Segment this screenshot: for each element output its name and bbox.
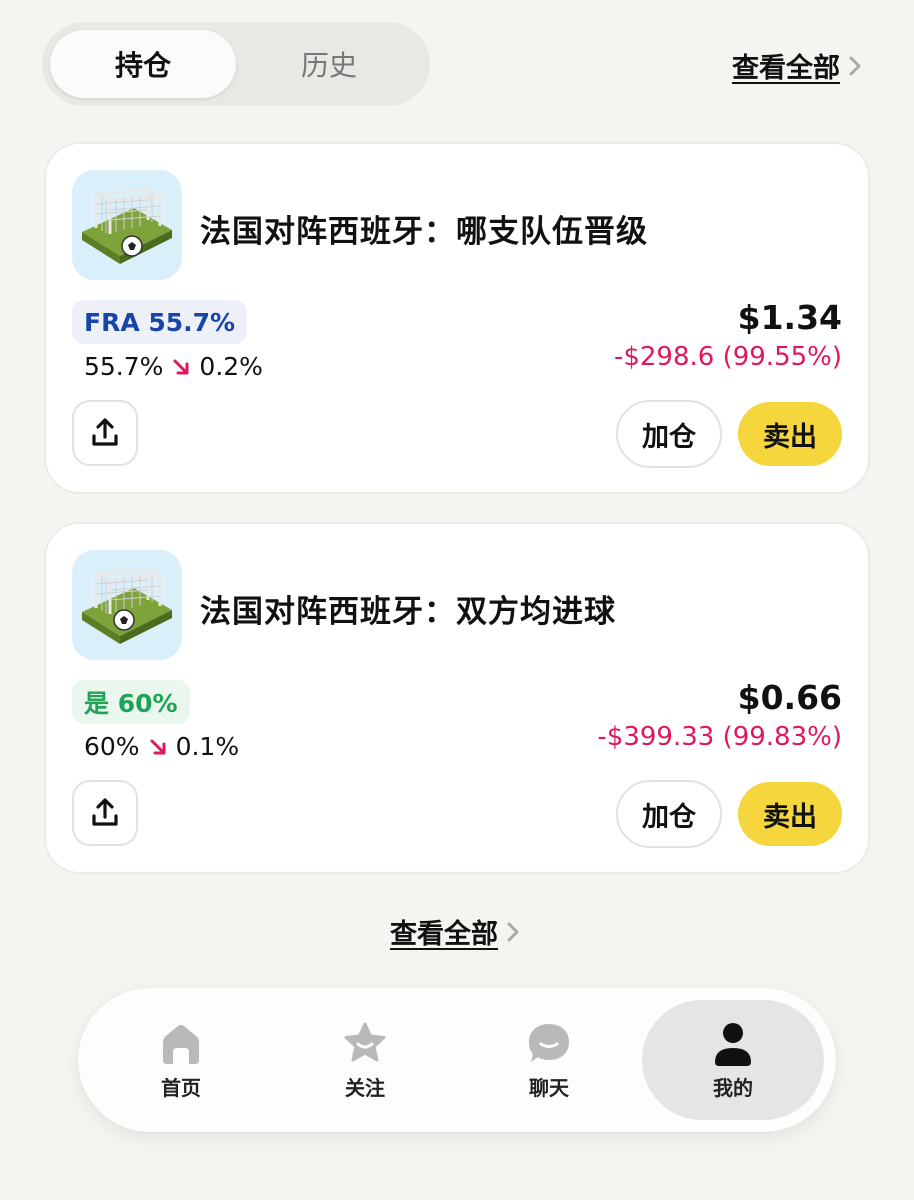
profit-loss: -$399.33 (99.83%) — [597, 722, 842, 752]
nav-follow[interactable]: 关注 — [274, 1000, 456, 1120]
add-position-button[interactable]: 加仓 — [616, 780, 722, 848]
tab-history[interactable]: 历史 — [236, 30, 422, 98]
share-icon — [92, 798, 118, 826]
person-icon — [715, 1022, 751, 1066]
soccer-goal-icon — [72, 170, 182, 280]
market-title: 法国对阵西班牙：哪支队伍晋级 — [200, 214, 648, 250]
profit-loss: -$298.6 (99.55%) — [613, 342, 842, 372]
position-tabs: 持仓 历史 — [42, 22, 430, 106]
position-card[interactable]: 法国对阵西班牙：双方均进球 是 60% 60% 0.1% $0.66 -$399… — [44, 522, 870, 874]
nav-label: 我的 — [713, 1075, 753, 1100]
nav-chat[interactable]: 聊天 — [458, 1000, 640, 1120]
nav-label: 首页 — [161, 1075, 201, 1100]
probability-change: 60% 0.1% — [84, 732, 239, 761]
chevron-right-icon — [507, 922, 519, 941]
prob-delta: 0.2% — [199, 352, 263, 381]
position-card[interactable]: 法国对阵西班牙：哪支队伍晋级 FRA 55.7% 55.7% 0.2% $1.3… — [44, 142, 870, 494]
nav-label: 聊天 — [529, 1075, 569, 1100]
tab-holdings[interactable]: 持仓 — [50, 30, 236, 98]
chat-icon — [529, 1023, 569, 1062]
outcome-badge: FRA 55.7% — [72, 300, 248, 344]
position-value: $0.66 — [737, 678, 842, 717]
chevron-right-icon — [849, 56, 861, 75]
arrow-down-right-icon — [150, 739, 166, 754]
share-icon — [92, 418, 118, 446]
position-value: $1.34 — [737, 298, 842, 337]
share-button[interactable] — [72, 780, 138, 846]
nav-home[interactable]: 首页 — [90, 1000, 272, 1120]
prob-from: 55.7% — [84, 352, 164, 381]
share-button[interactable] — [72, 400, 138, 466]
nav-label: 关注 — [345, 1075, 385, 1100]
home-icon — [163, 1024, 199, 1064]
prob-from: 60% — [84, 732, 140, 761]
add-position-button[interactable]: 加仓 — [616, 400, 722, 468]
bottom-nav: 首页 关注 聊天 我的 — [78, 988, 836, 1132]
prob-delta: 0.1% — [175, 732, 240, 761]
soccer-goal-icon — [72, 550, 182, 660]
star-icon — [344, 1022, 386, 1061]
sell-button[interactable]: 卖出 — [738, 782, 842, 846]
view-all-link-top[interactable]: 查看全部 — [732, 46, 862, 85]
probability-change: 55.7% 0.2% — [84, 352, 263, 381]
view-all-link-bottom[interactable]: 查看全部 — [390, 912, 520, 951]
view-all-label: 查看全部 — [390, 919, 498, 950]
nav-me[interactable]: 我的 — [642, 1000, 824, 1120]
arrow-down-right-icon — [173, 359, 189, 374]
view-all-label: 查看全部 — [732, 53, 840, 84]
market-title: 法国对阵西班牙：双方均进球 — [200, 594, 616, 630]
sell-button[interactable]: 卖出 — [738, 402, 842, 466]
outcome-badge: 是 60% — [72, 680, 190, 724]
